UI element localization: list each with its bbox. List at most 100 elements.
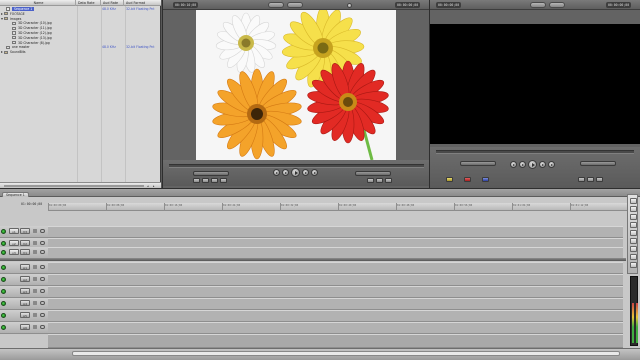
track-lock-icon[interactable] (33, 289, 37, 293)
mark-out-button[interactable] (376, 178, 383, 183)
source-control[interactable]: A5 (20, 312, 30, 318)
play-icon[interactable] (291, 168, 300, 177)
auto-select-icon[interactable] (40, 313, 45, 317)
source-control[interactable]: V3 (20, 228, 30, 234)
play-in-to-out-icon[interactable] (519, 161, 526, 168)
mark-out-button[interactable] (587, 177, 594, 182)
mark-in-button[interactable] (367, 178, 374, 183)
track-select-tool-icon[interactable] (630, 214, 637, 220)
track-lane-v3[interactable] (48, 226, 623, 238)
video-audio-divider[interactable] (0, 258, 626, 261)
viewer-shuttle-control[interactable] (193, 171, 229, 176)
viewer-view-popup[interactable] (287, 2, 303, 8)
track-lock-icon[interactable] (33, 241, 37, 245)
go-to-previous-edit-icon[interactable] (510, 161, 517, 168)
canvas-video-black[interactable] (430, 24, 640, 144)
source-control[interactable]: V2 (20, 240, 30, 246)
track-lane-a4[interactable] (48, 298, 623, 310)
track-audible-icon[interactable] (1, 313, 6, 318)
source-control[interactable]: A6 (20, 324, 30, 330)
viewer-image[interactable] (196, 10, 396, 160)
source-control[interactable]: A4 (20, 300, 30, 306)
tab-sequence-1[interactable]: Sequence 1 (2, 192, 29, 197)
browser-item-soundbits-bin[interactable]: SoundBits (0, 50, 161, 55)
play-in-to-out-icon[interactable] (282, 169, 289, 176)
track-lock-icon[interactable] (33, 229, 37, 233)
selection-tool-icon[interactable] (630, 198, 637, 204)
disclosure-triangle-open-icon[interactable] (1, 17, 3, 20)
insert-edit-button[interactable] (446, 177, 453, 182)
go-to-next-edit-icon[interactable] (548, 161, 555, 168)
match-frame-button[interactable] (193, 178, 200, 183)
pen-tool-icon[interactable] (630, 262, 637, 268)
viewer-duration-timecode[interactable]: 00:00:10;00 (173, 2, 199, 8)
track-lane-a1[interactable] (48, 262, 623, 274)
razor-tool-icon[interactable] (630, 238, 637, 244)
track-audible-icon[interactable] (1, 289, 6, 294)
column-header-aud-format[interactable]: Aud Format (124, 0, 161, 6)
canvas-jog-control[interactable] (580, 161, 616, 166)
column-header-aud-rate[interactable]: Aud Rate (101, 0, 124, 6)
track-lock-icon[interactable] (33, 277, 37, 281)
mark-in-button[interactable] (578, 177, 585, 182)
viewer-playhead-sync-icon[interactable] (347, 2, 352, 8)
edit-selection-tool-icon[interactable] (630, 206, 637, 212)
column-header-data-rate[interactable]: Data Rate (76, 0, 101, 6)
disclosure-triangle-icon[interactable] (1, 51, 3, 54)
track-audible-icon[interactable] (1, 265, 6, 270)
timeline-horizontal-scrollbar[interactable] (72, 351, 620, 356)
zoom-tool-icon[interactable] (630, 246, 637, 252)
auto-select-icon[interactable] (40, 289, 45, 293)
horizontal-scroll-track[interactable] (4, 185, 144, 187)
play-icon[interactable] (528, 160, 537, 169)
roll-tool-icon[interactable] (630, 222, 637, 228)
source-control[interactable]: V1 (20, 249, 30, 255)
go-to-next-edit-icon[interactable] (311, 169, 318, 176)
track-lock-icon[interactable] (33, 301, 37, 305)
track-lock-icon[interactable] (33, 250, 37, 254)
canvas-options-button[interactable] (596, 177, 603, 182)
canvas-view-popup[interactable] (549, 2, 565, 8)
track-audible-icon[interactable] (1, 301, 6, 306)
track-lane-a5[interactable] (48, 310, 623, 322)
track-audible-icon[interactable] (1, 277, 6, 282)
dest-control[interactable]: v3 (9, 249, 19, 255)
timeline-empty-area[interactable] (48, 334, 623, 348)
play-around-icon[interactable] (302, 169, 309, 176)
canvas-scrubber-bar[interactable] (436, 150, 634, 154)
canvas-shuttle-control[interactable] (460, 161, 496, 166)
track-audible-icon[interactable] (1, 325, 6, 330)
track-visibility-icon[interactable] (1, 250, 6, 255)
play-around-icon[interactable] (539, 161, 546, 168)
auto-select-icon[interactable] (40, 241, 45, 245)
track-lane-a3[interactable] (48, 286, 623, 298)
auto-select-icon[interactable] (40, 325, 45, 329)
track-visibility-icon[interactable] (1, 241, 6, 246)
canvas-zoom-popup[interactable] (530, 2, 546, 8)
timeline-current-timecode[interactable]: 01:00:00;00 (21, 202, 42, 207)
viewer-jog-control[interactable] (355, 171, 391, 176)
auto-select-icon[interactable] (40, 301, 45, 305)
track-visibility-icon[interactable] (1, 229, 6, 234)
track-lane-a2[interactable] (48, 274, 623, 286)
source-control[interactable]: A1 (20, 264, 30, 270)
source-control[interactable]: A2 (20, 276, 30, 282)
track-lock-icon[interactable] (33, 313, 37, 317)
auto-select-icon[interactable] (40, 277, 45, 281)
auto-select-icon[interactable] (40, 265, 45, 269)
crop-tool-icon[interactable] (630, 254, 637, 260)
disclosure-triangle-icon[interactable] (1, 12, 3, 15)
viewer-options-button[interactable] (385, 178, 392, 183)
viewer-zoom-popup[interactable] (268, 2, 284, 8)
canvas-current-timecode[interactable]: 00:00:00;00 (606, 2, 632, 8)
canvas-duration-timecode[interactable]: 00:00:00;00 (436, 2, 462, 8)
viewer-current-timecode[interactable]: 00:00:00;00 (395, 2, 421, 8)
dest-control[interactable]: v2 (9, 240, 19, 246)
add-keyframe-button[interactable] (211, 178, 218, 183)
mark-clip-button[interactable] (202, 178, 209, 183)
track-lock-icon[interactable] (33, 265, 37, 269)
replace-edit-button[interactable] (482, 177, 489, 182)
go-to-previous-edit-icon[interactable] (273, 169, 280, 176)
track-lock-icon[interactable] (33, 325, 37, 329)
add-marker-button[interactable] (220, 178, 227, 183)
